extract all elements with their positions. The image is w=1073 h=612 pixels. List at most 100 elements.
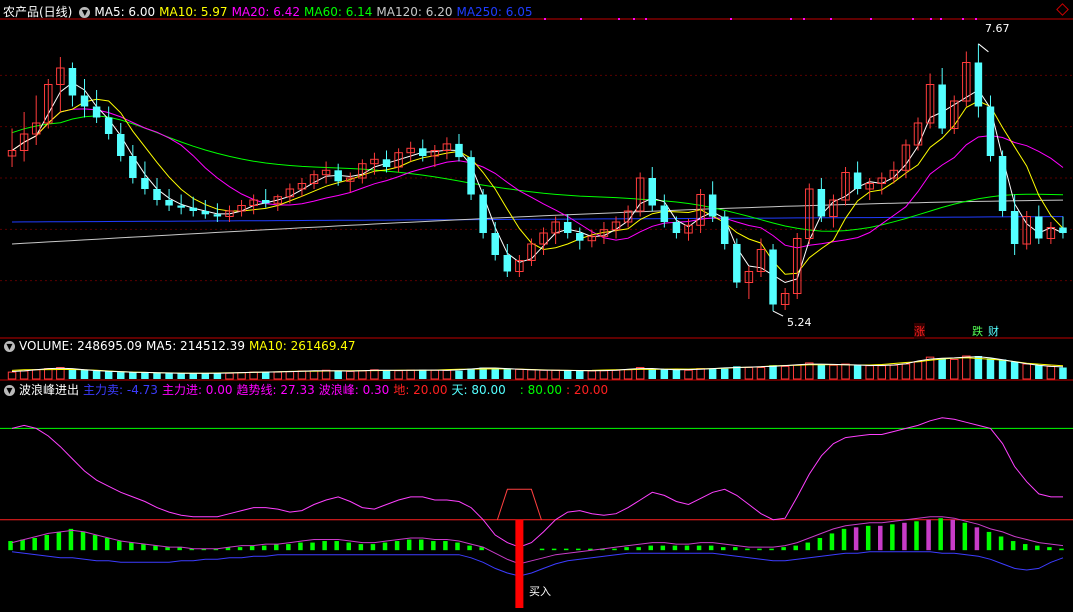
volume-bar (1059, 367, 1067, 379)
indicator-bar (648, 545, 654, 551)
indicator-bar (950, 519, 955, 551)
candle-body (104, 117, 113, 134)
candle-body (68, 68, 77, 96)
volume-bar (394, 370, 403, 380)
candle-body (720, 216, 729, 244)
volume-bar (877, 365, 887, 380)
indicator-bar (745, 548, 750, 551)
volume-bar (889, 364, 899, 380)
indicator-bar (418, 539, 424, 551)
volume-bar (733, 366, 741, 379)
volume-bar (1035, 365, 1043, 379)
volume-bar (865, 365, 874, 380)
volume-bar (962, 355, 971, 380)
candle-body (479, 194, 487, 233)
volume-bar (165, 373, 173, 379)
candle-body (165, 200, 173, 206)
volume-bar (442, 369, 452, 380)
volume-bar (648, 368, 657, 379)
indicator-bar (684, 545, 690, 551)
zhang-marker: 涨 (914, 323, 925, 339)
indicator-bar (443, 541, 448, 551)
volume-bar (599, 370, 609, 380)
indicator-bar (624, 547, 629, 551)
volume-bar (998, 359, 1007, 379)
volume-bar (938, 358, 946, 379)
zhuli-sell-line (11, 551, 1064, 577)
volume-bar (805, 362, 814, 380)
indicator-bar (720, 547, 726, 551)
volume-bar (769, 365, 777, 379)
candle-body (455, 143, 463, 158)
volume-bar (611, 369, 621, 380)
top-signal-dot (930, 18, 932, 20)
top-signal-dot (544, 18, 546, 20)
volume-bar (418, 369, 427, 379)
candle-body (660, 205, 669, 222)
candle-body (189, 207, 197, 211)
indicator-bar (539, 548, 545, 551)
volume-bar (974, 356, 983, 379)
indicator-bar (237, 547, 243, 551)
candle-body (576, 233, 584, 241)
candle-body (418, 148, 427, 156)
top-signal-dot (645, 18, 647, 20)
volume-bar (92, 370, 101, 379)
buy-signal-bar (515, 519, 524, 608)
candle-body (117, 134, 125, 156)
volume-bar (563, 370, 572, 379)
candle-body (938, 84, 946, 129)
volume-bar (539, 369, 548, 380)
candle-body (129, 156, 137, 178)
volume-bar (576, 370, 584, 379)
indicator-bar (20, 539, 25, 551)
volume-bar (153, 372, 161, 379)
indicator-bar (80, 531, 86, 551)
volume-bar (309, 370, 319, 380)
indicator-bar (902, 522, 907, 551)
volume-bar (1046, 365, 1056, 380)
volume-bar (744, 367, 754, 380)
indicator-bar (878, 525, 883, 551)
candle-body (382, 159, 391, 167)
indicator-bar (153, 545, 158, 551)
indicator-bar (298, 542, 303, 551)
volume-bar (1022, 363, 1031, 380)
volume-bar (273, 371, 283, 380)
candle-body (153, 189, 161, 200)
indicator-bar (914, 521, 919, 551)
volume-bar (249, 371, 258, 380)
volume-bar (430, 369, 440, 380)
volume-bar (467, 368, 475, 379)
volume-bar (901, 363, 911, 380)
indicator-bar (310, 542, 315, 551)
indicator-bar (92, 534, 98, 551)
top-signal-dot (940, 18, 942, 20)
volume-bar (225, 372, 234, 380)
candle-body (648, 178, 657, 206)
indicator-bar (455, 542, 460, 551)
candle-body (201, 211, 210, 215)
volume-bar (201, 373, 210, 379)
volume-bar (117, 372, 125, 379)
volume-bar (346, 370, 355, 380)
volume-bar (321, 369, 331, 380)
volume-bar (672, 369, 681, 379)
indicator-bar (890, 524, 895, 551)
volume-bar (684, 369, 693, 380)
ma10-line (11, 98, 1064, 275)
volume-bar (491, 367, 499, 379)
indicator-bar (1035, 545, 1040, 551)
volume-bar (261, 372, 270, 379)
candle-body (92, 106, 101, 118)
volume-bar (358, 370, 367, 380)
top-signal-dot (830, 18, 832, 20)
top-signal-dot (730, 18, 732, 20)
volume-bar (792, 364, 802, 380)
volume-bar (913, 361, 923, 380)
candle-body (708, 194, 717, 217)
indicator-bar (926, 519, 931, 551)
volume-bar (780, 365, 790, 380)
top-signal-dot (803, 18, 805, 20)
indicator-bar (672, 545, 678, 551)
